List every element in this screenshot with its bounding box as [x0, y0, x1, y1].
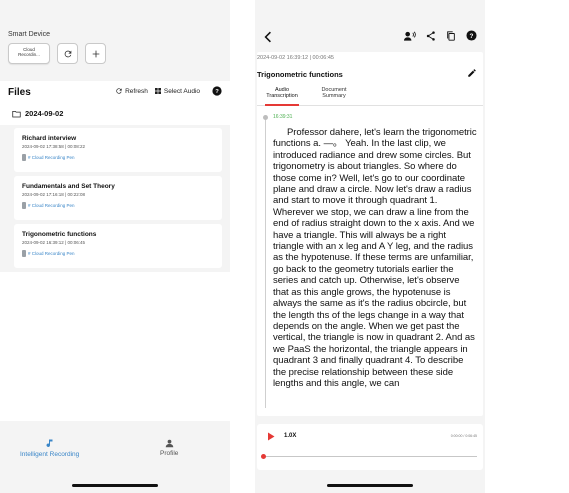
recording-meta: 2024-09-02 17:16:18 | 00:22:08: [22, 192, 85, 197]
device-tag-icon: [22, 202, 26, 209]
help-icon[interactable]: ?: [466, 30, 477, 41]
timeline-dot: [263, 115, 268, 120]
refresh-label: Refresh: [125, 87, 148, 95]
recording-tag-label: # Cloud Recording Pen: [28, 203, 75, 208]
add-device-button[interactable]: [85, 43, 106, 64]
date-folder[interactable]: 2024-09-02: [12, 109, 63, 118]
device-row: Cloud Recordin...: [8, 43, 106, 64]
recording-title: Richard interview: [22, 135, 77, 142]
refresh-device-button[interactable]: [57, 43, 78, 64]
playback-speed[interactable]: 1.0X: [284, 433, 296, 439]
recording-meta: 2024-09-02 16:39:12 | 00:06:45: [257, 55, 334, 61]
list-item[interactable]: Richard interview 2024-09-02 17:38:58 | …: [14, 128, 222, 172]
files-panel: Files Refresh Select Audio ? 2024-09-02 …: [0, 81, 230, 421]
svg-text:?: ?: [470, 33, 474, 40]
speaker-voice-icon[interactable]: [404, 31, 416, 41]
date-folder-label: 2024-09-02: [25, 109, 64, 118]
refresh-icon: [116, 88, 122, 94]
recording-list: Richard interview 2024-09-02 17:38:58 | …: [0, 125, 230, 272]
edit-pencil-icon[interactable]: [467, 68, 477, 78]
segment-timestamp[interactable]: 16:39:31: [273, 114, 292, 120]
smart-device-label: Smart Device: [8, 31, 51, 38]
timeline-line: [265, 116, 266, 408]
home-indicator: [72, 484, 158, 487]
recording-title: Fundamentals and Set Theory: [22, 183, 115, 190]
audio-player: 1.0X 0:00:00 / 0:06:45: [257, 424, 483, 470]
bottom-tab-bar: Intelligent Recording Profile: [0, 433, 230, 493]
list-item[interactable]: Fundamentals and Set Theory 2024-09-02 1…: [14, 176, 222, 220]
content-tabs: Audio Transcription Document Summary: [257, 85, 483, 106]
plus-icon: [92, 50, 99, 57]
tab-audio-transcription[interactable]: Audio Transcription: [265, 87, 299, 106]
progress-knob[interactable]: [261, 454, 266, 459]
cloud-recording-device-card[interactable]: Cloud Recordin...: [8, 43, 50, 64]
device-tag-icon: [22, 154, 26, 161]
music-note-icon: [46, 439, 53, 447]
folder-icon: [12, 110, 21, 117]
tab-profile[interactable]: Profile: [160, 439, 178, 457]
tab-intelligent-recording[interactable]: Intelligent Recording: [20, 439, 79, 458]
select-audio-button[interactable]: Select Audio: [154, 87, 200, 95]
recording-tag-label: # Cloud Recording Pen: [28, 155, 75, 160]
chevron-left-icon: [264, 31, 271, 43]
home-indicator: [327, 484, 413, 487]
refresh-icon: [64, 50, 71, 57]
recordings-screen: Smart Device Cloud Recordin... Files Ref…: [0, 0, 230, 493]
recording-meta: 2024-09-02 16:39:12 | 00:06:45: [22, 240, 85, 245]
transcription-screen: ? 2024-09-02 16:39:12 | 00:06:45 Trigono…: [255, 0, 485, 493]
top-bar: ?: [255, 28, 485, 46]
recording-tag: # Cloud Recording Pen: [22, 202, 75, 209]
top-actions: ?: [404, 30, 477, 41]
copy-icon[interactable]: [446, 30, 456, 41]
person-icon: [165, 439, 173, 448]
tab-document-summary[interactable]: Document Summary: [317, 87, 351, 99]
tab-profile-label: Profile: [160, 450, 179, 457]
transcript-card: 2024-09-02 16:39:12 | 00:06:45 Trigonome…: [257, 52, 483, 416]
recording-tag: # Cloud Recording Pen: [22, 250, 75, 257]
files-title: Files: [8, 87, 31, 98]
share-icon[interactable]: [426, 30, 436, 41]
play-icon[interactable]: [267, 432, 275, 441]
refresh-button[interactable]: Refresh: [115, 87, 148, 95]
playback-time: 0:00:00 / 0:06:45: [450, 434, 477, 438]
recording-title: Trigonometric functions: [22, 231, 97, 238]
back-button[interactable]: [263, 30, 273, 48]
select-audio-label: Select Audio: [163, 87, 200, 95]
recording-tag-label: # Cloud Recording Pen: [28, 251, 75, 256]
help-icon[interactable]: ?: [212, 86, 222, 96]
svg-text:?: ?: [215, 89, 219, 95]
tab-recording-label: Intelligent Recording: [20, 451, 80, 458]
recording-tag: # Cloud Recording Pen: [22, 154, 75, 161]
recording-meta: 2024-09-02 17:38:58 | 00:08:22: [22, 144, 85, 149]
list-item[interactable]: Trigonometric functions 2024-09-02 16:39…: [14, 224, 222, 268]
transcript-text: Professor dahere, let's learn the trigon…: [273, 127, 477, 389]
progress-track[interactable]: [263, 456, 477, 457]
recording-title: Trigonometric functions: [257, 70, 343, 79]
device-tag-icon: [22, 250, 26, 257]
files-actions: Refresh Select Audio ?: [115, 86, 222, 96]
select-grid-icon: [154, 88, 161, 94]
